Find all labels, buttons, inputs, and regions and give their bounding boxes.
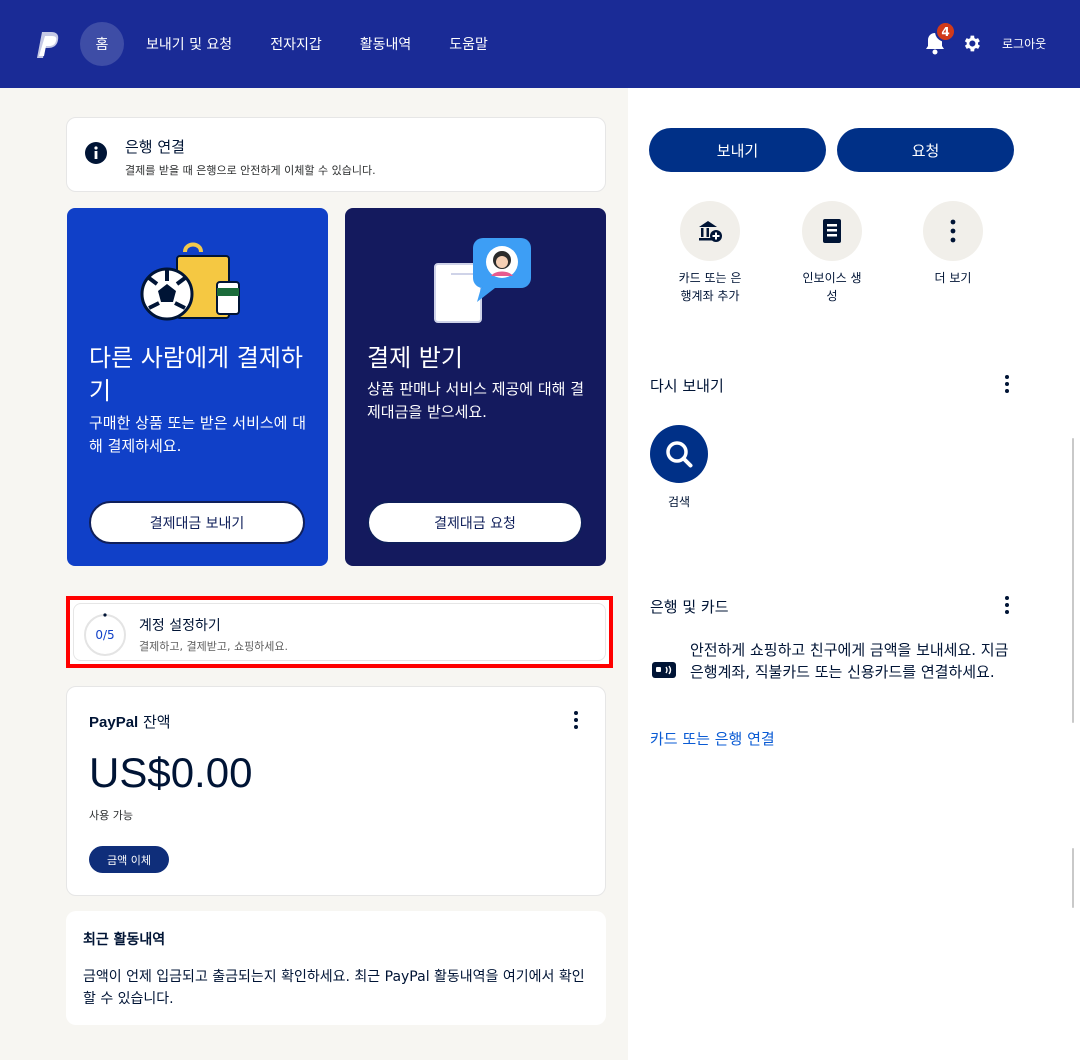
balance-label: PayPal 잔액	[89, 711, 171, 732]
shopping-illustration-icon	[140, 242, 240, 321]
more-actions[interactable]: 더 보기	[905, 201, 1001, 287]
request-button[interactable]: 요청	[837, 128, 1014, 172]
bank-add-icon	[699, 221, 722, 242]
activity-title: 최근 활동내역	[83, 932, 166, 948]
pay-card-title: 다른 사람에게 결제하기	[89, 344, 303, 405]
bank-banner-title: 은행 연결	[125, 138, 185, 156]
nav-help[interactable]: 도움말	[449, 22, 488, 66]
nav-wallet[interactable]: 전자지갑	[270, 22, 322, 66]
bank-cards-title: 은행 및 카드	[650, 598, 729, 616]
setup-progress-label: 0/5	[95, 628, 115, 642]
transfer-money-button[interactable]: 금액 이체	[89, 846, 169, 873]
invoice-icon	[823, 219, 841, 243]
more-vertical-icon	[950, 219, 956, 243]
send-button[interactable]: 보내기	[649, 128, 826, 172]
info-icon	[85, 142, 107, 164]
activity-description: 금액이 언제 입금되고 출금되는지 확인하세요. 최근 PayPal 활동내역을…	[83, 969, 585, 1007]
pay-card-description: 구매한 상품 또는 받은 서비스에 대해 결제하세요.	[89, 414, 307, 455]
bank-cards-message: 안전하게 쇼핑하고 친구에게 금액을 보내세요. 지금 은행계좌, 직불카드 또…	[690, 641, 1009, 681]
send-again-title: 다시 보내기	[650, 377, 724, 395]
send-again-more-icon[interactable]	[997, 374, 1017, 394]
scrollbar-track-lower[interactable]	[1072, 848, 1074, 908]
balance-label-text: 잔액	[138, 713, 171, 731]
bank-cards-more-icon[interactable]	[997, 595, 1017, 615]
recent-activity-card: 최근 활동내역 금액이 언제 입금되고 출금되는지 확인하세요. 최근 PayP…	[66, 911, 606, 1025]
add-card-or-bank-circle	[680, 201, 740, 261]
paypal-balance-card: PayPal 잔액 US$0.00 사용 가능 금액 이체	[66, 686, 606, 896]
account-setup-card[interactable]: 0/5 계정 설정하기 결제하고, 결제받고, 쇼핑하세요.	[66, 596, 613, 668]
setup-title: 계정 설정하기	[139, 618, 221, 634]
balance-brand: PayPal	[89, 714, 139, 731]
connect-card-or-bank-link[interactable]: 카드 또는 은행 연결	[650, 728, 775, 749]
search-contacts-button[interactable]	[650, 425, 708, 483]
notification-badge: 4	[935, 21, 956, 42]
top-navigation-bar: 홈 보내기 및 요청 전자지갑 활동내역 도움말 4 로그아웃	[0, 0, 1080, 88]
balance-more-icon[interactable]	[566, 710, 586, 730]
send-payment-button[interactable]: 결제대금 보내기	[89, 501, 305, 544]
create-invoice-circle	[802, 201, 862, 261]
logout-link[interactable]: 로그아웃	[1002, 35, 1046, 52]
get-paid-card-description: 상품 판매나 서비스 제공에 대해 결제대금을 받으세요.	[367, 380, 585, 421]
get-paid-card-title: 결제 받기	[367, 344, 463, 372]
main-nav: 홈 보내기 및 요청 전자지갑 활동내역 도움말	[80, 22, 526, 66]
create-invoice-action[interactable]: 인보이스 생성	[784, 201, 880, 305]
nav-activity[interactable]: 활동내역	[360, 22, 412, 66]
balance-amount: US$0.00	[89, 749, 253, 796]
invoice-illustration-icon	[434, 238, 531, 323]
scrollbar-track[interactable]	[1072, 438, 1074, 723]
search-icon	[666, 441, 693, 468]
paypal-logo-icon[interactable]	[36, 30, 62, 60]
nav-send-request[interactable]: 보내기 및 요청	[146, 22, 232, 66]
request-payment-button[interactable]: 결제대금 요청	[367, 501, 583, 544]
get-paid-card: 결제 받기 상품 판매나 서비스 제공에 대해 결제대금을 받으세요. 결제대금…	[345, 208, 606, 566]
nav-home[interactable]: 홈	[80, 22, 124, 66]
pay-someone-card: 다른 사람에게 결제하기 구매한 상품 또는 받은 서비스에 대해 결제하세요.…	[67, 208, 328, 566]
setup-description: 결제하고, 결제받고, 쇼핑하세요.	[139, 640, 289, 653]
balance-available-label: 사용 가능	[89, 809, 133, 822]
add-card-or-bank-label: 카드 또는 은행계좌 추가	[678, 271, 742, 303]
more-actions-circle	[923, 201, 983, 261]
search-label: 검색	[667, 495, 691, 509]
add-card-or-bank-action[interactable]: 카드 또는 은행계좌 추가	[662, 201, 758, 305]
more-actions-label: 더 보기	[934, 271, 972, 285]
create-invoice-label: 인보이스 생성	[802, 271, 862, 303]
gear-icon[interactable]	[961, 33, 982, 54]
bank-connect-banner[interactable]: 은행 연결 결제를 받을 때 은행으로 안전하게 이체할 수 있습니다.	[66, 117, 606, 192]
contactless-card-icon	[652, 662, 676, 678]
bank-banner-description: 결제를 받을 때 은행으로 안전하게 이체할 수 있습니다.	[125, 164, 376, 177]
